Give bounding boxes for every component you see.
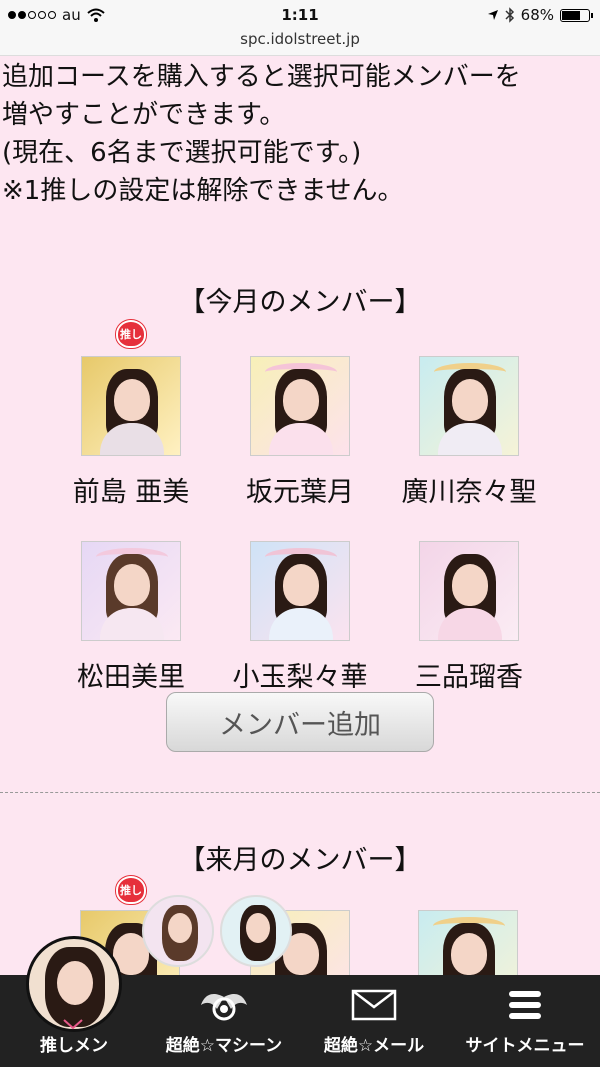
battery-icon: [560, 8, 593, 22]
intro-line: (現在、6名まで選択可能です。): [2, 138, 362, 168]
intro-line: 追加コースを購入すると選択可能メンバーを: [2, 62, 521, 92]
member-bubble[interactable]: [142, 895, 214, 967]
next-month-title: 【来月のメンバー】: [178, 845, 422, 876]
tab-label: 推しメン: [40, 1036, 108, 1056]
intro-line: ※1推しの設定は解除できません。: [2, 176, 404, 206]
tab-label: 超絶☆マシーン: [165, 1036, 283, 1056]
chevron-down-icon: [63, 1019, 83, 1030]
member-card[interactable]: 松田美里: [46, 541, 216, 694]
tab-mail[interactable]: 超絶☆メール: [300, 975, 448, 1067]
tab-machine[interactable]: 超絶☆マシーン: [150, 975, 298, 1067]
this-month-title: 【今月のメンバー】: [178, 287, 422, 318]
location-icon: [487, 10, 498, 20]
member-photo[interactable]: [81, 541, 181, 641]
status-bar: au 1:11 68% spc.idolstreet.jp: [0, 0, 600, 56]
member-photo[interactable]: [419, 356, 519, 456]
intro-line: 増やすことができます。: [2, 100, 286, 130]
member-photo[interactable]: [81, 356, 181, 456]
winged-machine-icon: [201, 994, 247, 1021]
member-photo[interactable]: [419, 541, 519, 641]
member-bubble[interactable]: [220, 895, 292, 967]
menu-icon: [509, 991, 541, 1019]
member-photo[interactable]: [250, 356, 350, 456]
member-name: 三品瑠香: [415, 662, 523, 693]
oshi-heart-icon: 推し: [116, 320, 146, 348]
add-member-button[interactable]: メンバー追加: [166, 692, 434, 752]
oshi-heart-icon: 推し: [116, 876, 146, 904]
tab-site-menu[interactable]: サイトメニュー: [450, 975, 600, 1067]
member-card[interactable]: 三品瑠香: [384, 541, 554, 694]
member-card[interactable]: 廣川奈々聖: [384, 356, 554, 509]
section-divider: [0, 792, 600, 793]
member-card[interactable]: 坂元葉月: [215, 356, 385, 509]
intro-text: 追加コースを購入すると選択可能メンバーを 増やすことができます。 (現在、6名ま…: [2, 58, 600, 210]
member-name: 坂元葉月: [246, 477, 354, 508]
member-photo[interactable]: [250, 541, 350, 641]
member-name: 松田美里: [77, 662, 185, 693]
bluetooth-icon: [505, 7, 514, 23]
member-name: 小玉梨々華: [232, 662, 368, 693]
member-name: 前島 亜美: [72, 477, 190, 508]
tab-label: サイトメニュー: [465, 1036, 585, 1056]
member-card[interactable]: 前島 亜美: [46, 356, 216, 509]
mail-icon: [351, 989, 397, 1021]
tab-label: 超絶☆メール: [323, 1036, 425, 1056]
member-name: 廣川奈々聖: [401, 477, 537, 508]
battery-percent: 68%: [520, 6, 554, 24]
address-bar[interactable]: spc.idolstreet.jp: [0, 30, 600, 48]
member-card[interactable]: 小玉梨々華: [215, 541, 385, 694]
